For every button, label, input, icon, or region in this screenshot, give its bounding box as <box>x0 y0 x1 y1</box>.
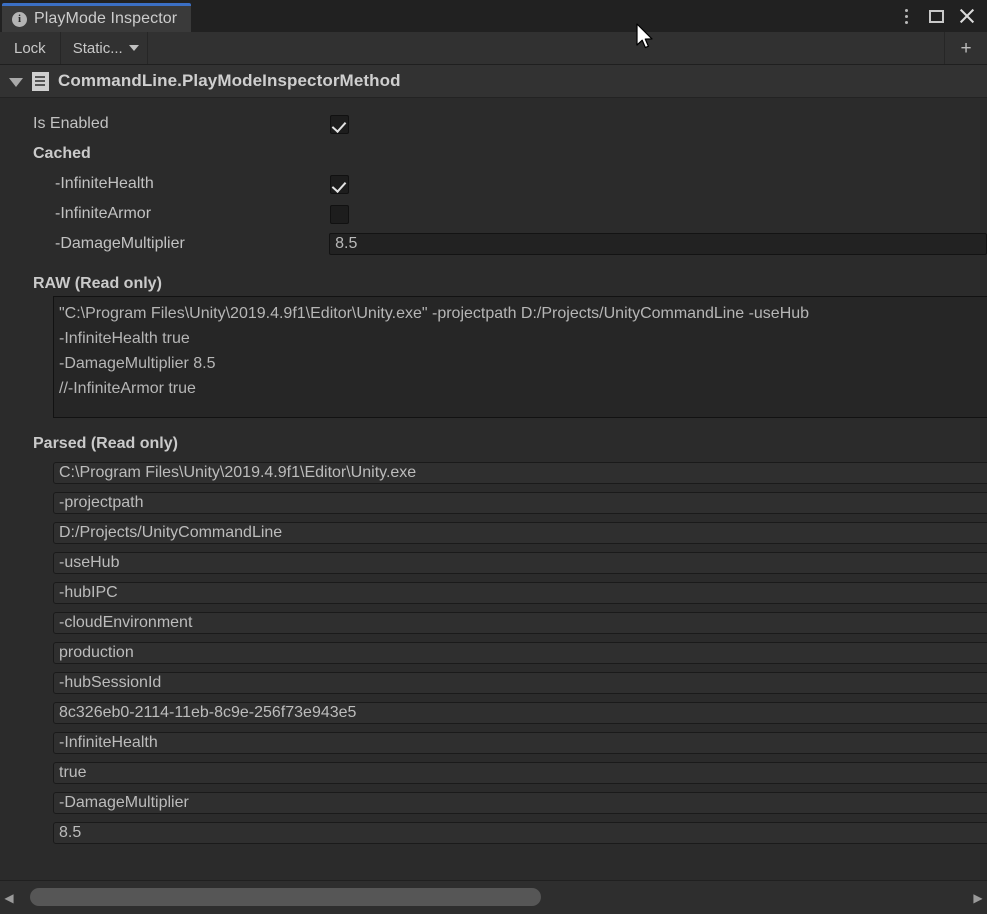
scroll-right-arrow-icon[interactable]: ▶ <box>969 891 987 905</box>
window-tab-bar: i PlayMode Inspector <box>0 0 987 33</box>
parsed-list: C:\Program Files\Unity\2019.4.9f1\Editor… <box>53 462 987 852</box>
list-item[interactable]: 8c326eb0-2114-11eb-8c9e-256f73e943e5 <box>53 702 987 724</box>
lock-button[interactable]: Lock <box>0 32 61 64</box>
script-document-icon <box>32 71 49 91</box>
list-item[interactable]: -hubSessionId <box>53 672 987 694</box>
scroll-left-arrow-icon[interactable]: ◀ <box>0 891 18 905</box>
scrollbar-track[interactable] <box>18 881 969 914</box>
is-enabled-label: Is Enabled <box>33 115 109 132</box>
scrollbar-thumb[interactable] <box>30 888 541 906</box>
list-item[interactable]: production <box>53 642 987 664</box>
list-item[interactable]: -DamageMultiplier <box>53 792 987 814</box>
infinitearmor-label: -InfiniteArmor <box>55 205 152 222</box>
list-item[interactable]: 8.5 <box>53 822 987 844</box>
info-icon: i <box>12 11 27 27</box>
list-item[interactable]: true <box>53 762 987 784</box>
infinitehealth-label: -InfiniteHealth <box>55 175 154 192</box>
list-item[interactable]: -cloudEnvironment <box>53 612 987 634</box>
component-title: CommandLine.PlayModeInspectorMethod <box>58 71 401 90</box>
raw-line: -DamageMultiplier 8.5 <box>59 355 216 372</box>
inspector-toolbar: Lock Static... + <box>0 32 987 65</box>
raw-line: -InfiniteHealth true <box>59 330 190 347</box>
list-item[interactable]: -hubIPC <box>53 582 987 604</box>
property-row-infinitehealth: -InfiniteHealth <box>0 171 987 197</box>
parsed-section-label: Parsed (Read only) <box>33 435 178 452</box>
static-dropdown-label: Static... <box>72 39 123 57</box>
property-row-is-enabled: Is Enabled <box>0 111 987 137</box>
damagemultiplier-input[interactable]: 8.5 <box>329 233 987 255</box>
raw-section-label: RAW (Read only) <box>33 275 162 292</box>
cached-group-label: Cached <box>33 145 91 162</box>
foldout-triangle-down-icon[interactable] <box>9 77 23 87</box>
horizontal-scrollbar[interactable]: ◀ ▶ <box>0 880 987 914</box>
close-icon[interactable] <box>951 0 981 32</box>
tab-playmode-inspector[interactable]: i PlayMode Inspector <box>2 3 192 32</box>
infinitearmor-checkbox[interactable] <box>330 204 349 224</box>
chevron-down-icon <box>128 45 139 51</box>
list-item[interactable]: D:/Projects/UnityCommandLine <box>53 522 987 544</box>
cached-group-label-row: Cached <box>0 141 987 167</box>
list-item[interactable]: -projectpath <box>53 492 987 514</box>
maximize-icon[interactable] <box>921 0 951 32</box>
add-button[interactable]: + <box>944 32 987 64</box>
is-enabled-checkbox[interactable] <box>330 114 349 134</box>
raw-textarea[interactable]: "C:\Program Files\Unity\2019.4.9f1\Edito… <box>53 296 987 418</box>
list-item[interactable]: -useHub <box>53 552 987 574</box>
infinitehealth-checkbox[interactable] <box>330 174 349 194</box>
tab-label: PlayMode Inspector <box>34 10 178 27</box>
window-controls <box>891 0 981 32</box>
property-row-damagemultiplier: -DamageMultiplier 8.5 <box>0 231 987 257</box>
inspector-body: Is Enabled Cached -InfiniteHealth -Infin… <box>0 98 987 881</box>
playmode-inspector-window: i PlayMode Inspector Lock Static... + Co <box>0 0 987 914</box>
property-row-infinitearmor: -InfiniteArmor <box>0 201 987 227</box>
kebab-menu-icon[interactable] <box>891 0 921 32</box>
component-header[interactable]: CommandLine.PlayModeInspectorMethod <box>0 65 987 98</box>
damagemultiplier-label: -DamageMultiplier <box>55 235 185 252</box>
raw-line: "C:\Program Files\Unity\2019.4.9f1\Edito… <box>59 305 810 322</box>
static-dropdown[interactable]: Static... <box>61 32 148 64</box>
list-item[interactable]: C:\Program Files\Unity\2019.4.9f1\Editor… <box>53 462 987 484</box>
raw-line: //-InfiniteArmor true <box>59 380 196 397</box>
list-item[interactable]: -InfiniteHealth <box>53 732 987 754</box>
